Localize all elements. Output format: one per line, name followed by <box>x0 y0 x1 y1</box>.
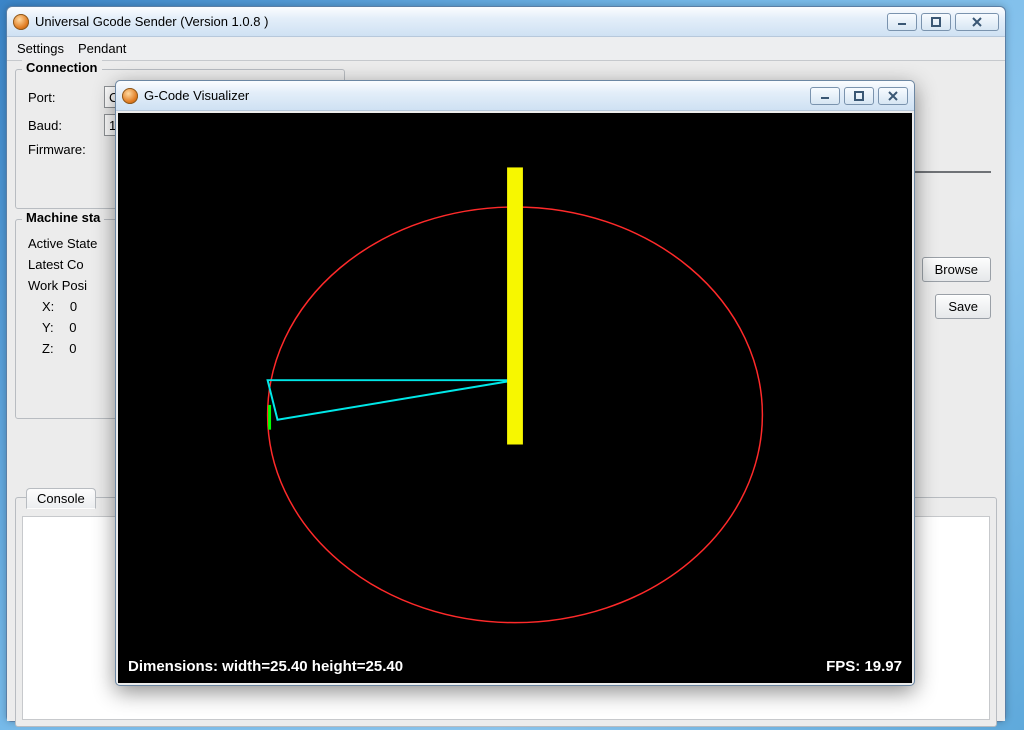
right-buttons: Browse Save <box>922 257 991 319</box>
x-value: 0 <box>70 299 77 314</box>
tab-console[interactable]: Console <box>26 488 96 509</box>
z-label: Z: <box>42 341 54 356</box>
y-label: Y: <box>42 320 54 335</box>
maximize-button[interactable] <box>844 87 874 105</box>
toolpath-triangle <box>268 380 515 420</box>
close-button[interactable] <box>878 87 908 105</box>
close-button[interactable] <box>955 13 999 31</box>
maximize-button[interactable] <box>921 13 951 31</box>
active-state-label: Active State <box>28 236 97 251</box>
dimensions-readout: Dimensions: width=25.40 height=25.40 <box>128 658 403 675</box>
minimize-button[interactable] <box>810 87 840 105</box>
minimize-button[interactable] <box>887 13 917 31</box>
connection-legend: Connection <box>22 60 102 75</box>
menu-pendant[interactable]: Pendant <box>78 41 126 56</box>
work-pos-label: Work Posi <box>28 278 87 293</box>
visualizer-title: G-Code Visualizer <box>144 88 249 103</box>
baud-label: Baud: <box>28 118 98 133</box>
main-titlebar[interactable]: Universal Gcode Sender (Version 1.0.8 ) <box>7 7 1005 37</box>
visualizer-titlebar[interactable]: G-Code Visualizer <box>116 81 914 111</box>
y-value: 0 <box>69 320 76 335</box>
latest-label: Latest Co <box>28 257 84 272</box>
menubar: Settings Pendant <box>7 37 1005 61</box>
tool-indicator <box>507 167 523 444</box>
x-label: X: <box>42 299 54 314</box>
gcode-plot <box>118 113 912 683</box>
machine-legend: Machine sta <box>22 210 104 225</box>
menu-settings[interactable]: Settings <box>17 41 64 56</box>
window-buttons <box>887 13 999 31</box>
fps-readout: FPS: 19.97 <box>826 658 902 675</box>
firmware-label: Firmware: <box>28 142 106 157</box>
main-title: Universal Gcode Sender (Version 1.0.8 ) <box>35 14 268 29</box>
java-icon <box>13 14 29 30</box>
visualizer-canvas[interactable]: Dimensions: width=25.40 height=25.40 FPS… <box>118 113 912 683</box>
port-label: Port: <box>28 90 98 105</box>
java-icon <box>122 88 138 104</box>
visualizer-window: G-Code Visualizer Dimensions: width=25.4… <box>115 80 915 686</box>
z-value: 0 <box>69 341 76 356</box>
browse-button[interactable]: Browse <box>922 257 991 282</box>
visualizer-window-buttons <box>810 87 908 105</box>
save-button[interactable]: Save <box>935 294 991 319</box>
